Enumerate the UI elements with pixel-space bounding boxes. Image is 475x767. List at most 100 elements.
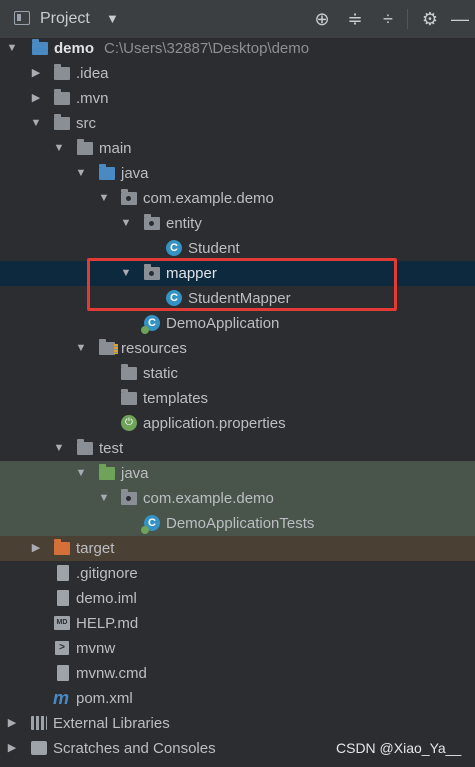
tree-label-help-md: HELP.md [76, 615, 139, 632]
tree-row-gitignore[interactable]: .gitignore [0, 561, 475, 586]
folder-icon [54, 114, 70, 130]
tree-label-demo-iml: demo.iml [76, 590, 137, 607]
red-highlight-box [87, 258, 397, 311]
tree-label-test-package: com.example.demo [143, 490, 274, 507]
tree-row-resources[interactable]: ▼ resources [0, 336, 475, 361]
chevron-down-icon[interactable]: ▼ [75, 461, 87, 486]
chevron-down-icon[interactable]: ▼ [98, 186, 110, 211]
cmd-file-icon [57, 665, 69, 681]
tree-row-demo-application[interactable]: C DemoApplication [0, 311, 475, 336]
chevron-down-icon[interactable]: ▼ [98, 486, 110, 511]
tree-label-main: main [99, 140, 132, 157]
tree-row-static[interactable]: static [0, 361, 475, 386]
csdn-watermark: CSDN @Xiao_Ya__ [336, 740, 462, 756]
tree-label-entity: entity [166, 215, 202, 232]
tree-row-demo-application-tests[interactable]: C DemoApplicationTests [0, 511, 475, 536]
tree-row-application-properties[interactable]: ⏻ application.properties [0, 411, 475, 436]
package-icon [121, 489, 137, 505]
chevron-right-icon[interactable]: ▶ [30, 536, 42, 561]
tree-label-templates: templates [143, 390, 209, 407]
tree-label-target: target [76, 540, 115, 557]
tree-row-demo[interactable]: ▼ demo C:\Users\32887\Desktop\demo [0, 36, 475, 61]
tree-row-demo-iml[interactable]: demo.iml [0, 586, 475, 611]
library-icon [31, 716, 47, 730]
tree-label-external-libraries: External Libraries [53, 715, 170, 732]
shell-script-icon: > [55, 641, 69, 655]
collapse-all-icon[interactable]: ÷ [376, 7, 400, 31]
caret-down-icon[interactable]: ▼ [106, 11, 119, 26]
tree-row-mvnw-cmd[interactable]: mvnw.cmd [0, 661, 475, 686]
chevron-down-icon[interactable]: ▼ [75, 161, 87, 186]
tree-label-resources: resources [121, 340, 187, 357]
tree-label-static: static [143, 365, 179, 382]
tree-label-idea: .idea [76, 65, 109, 82]
tree-label-test-java: java [121, 465, 149, 482]
tree-row-entity[interactable]: ▼ entity [0, 211, 475, 236]
tree-row-templates[interactable]: templates [0, 386, 475, 411]
tree-row-help-md[interactable]: MD HELP.md [0, 611, 475, 636]
tree-row-src[interactable]: ▼ src [0, 111, 475, 136]
tree-row-pom-xml[interactable]: m pom.xml [0, 686, 475, 711]
chevron-right-icon[interactable]: ▶ [6, 736, 18, 761]
tree-label-demo-application: DemoApplication [166, 315, 280, 332]
tree-label-demo: demo [54, 40, 95, 57]
tree-label-gitignore: .gitignore [76, 565, 138, 582]
source-folder-icon [99, 164, 115, 180]
properties-file-icon: ⏻ [121, 415, 137, 431]
chevron-down-icon[interactable]: ▼ [53, 136, 65, 161]
expand-all-icon[interactable]: ≑ [343, 7, 367, 31]
tree-row-test[interactable]: ▼ test [0, 436, 475, 461]
chevron-down-icon[interactable]: ▼ [53, 436, 65, 461]
scratches-icon [31, 741, 47, 755]
tree-row-target[interactable]: ▶ target [0, 536, 475, 561]
folder-icon [121, 389, 137, 405]
spring-boot-class-icon: C [141, 315, 160, 334]
module-folder-icon [32, 39, 48, 55]
tree-row-external-libraries[interactable]: ▶ External Libraries [0, 711, 475, 736]
folder-icon [54, 64, 70, 80]
chevron-down-icon[interactable]: ▼ [75, 336, 87, 361]
project-tool-window-header: Project ▼ ⊕ ≑ ÷ ⚙ — [0, 0, 475, 39]
chevron-right-icon[interactable]: ▶ [30, 61, 42, 86]
chevron-right-icon[interactable]: ▶ [6, 711, 18, 736]
chevron-down-icon[interactable]: ▼ [120, 211, 132, 236]
tree-label-mvnw: mvnw [76, 640, 116, 657]
markdown-file-icon: MD [54, 616, 70, 630]
tree-label-src: src [76, 115, 96, 132]
maven-icon: m [53, 688, 70, 708]
spring-boot-test-class-icon: C [141, 515, 160, 534]
tree-label-demo-application-tests: DemoApplicationTests [166, 515, 315, 532]
header-divider [407, 9, 408, 29]
locate-icon[interactable]: ⊕ [310, 7, 334, 31]
chevron-down-icon[interactable]: ▼ [30, 111, 42, 136]
tree-row-test-java[interactable]: ▼ java [0, 461, 475, 486]
excluded-folder-icon [54, 539, 70, 555]
project-view-icon[interactable] [14, 11, 30, 25]
tree-label-mvnw-cmd: mvnw.cmd [76, 665, 147, 682]
iml-file-icon [57, 590, 69, 606]
tree-row-test-package[interactable]: ▼ com.example.demo [0, 486, 475, 511]
folder-icon [77, 139, 93, 155]
tree-label-pom-xml: pom.xml [76, 690, 133, 707]
package-icon [144, 214, 160, 230]
tree-row-idea[interactable]: ▶ .idea [0, 61, 475, 86]
tree-row-package[interactable]: ▼ com.example.demo [0, 186, 475, 211]
folder-icon [54, 89, 70, 105]
chevron-right-icon[interactable]: ▶ [30, 86, 42, 111]
tree-row-main[interactable]: ▼ main [0, 136, 475, 161]
java-class-icon: C [166, 240, 182, 256]
folder-icon [121, 364, 137, 380]
tree-row-mvnw[interactable]: > mvnw [0, 636, 475, 661]
hide-icon[interactable]: — [448, 7, 472, 31]
settings-icon[interactable]: ⚙ [418, 7, 442, 31]
tree-row-mvn[interactable]: ▶ .mvn [0, 86, 475, 111]
project-path: C:\Users\32887\Desktop\demo [104, 40, 310, 57]
tree-label-mvn: .mvn [76, 90, 109, 107]
tree-row-java[interactable]: ▼ java [0, 161, 475, 186]
project-view-title[interactable]: Project [40, 10, 90, 28]
tree-label-application-properties: application.properties [143, 415, 286, 432]
tree-label-java: java [121, 165, 149, 182]
chevron-down-icon[interactable]: ▼ [6, 36, 18, 61]
folder-icon [77, 439, 93, 455]
test-source-folder-icon [99, 464, 115, 480]
